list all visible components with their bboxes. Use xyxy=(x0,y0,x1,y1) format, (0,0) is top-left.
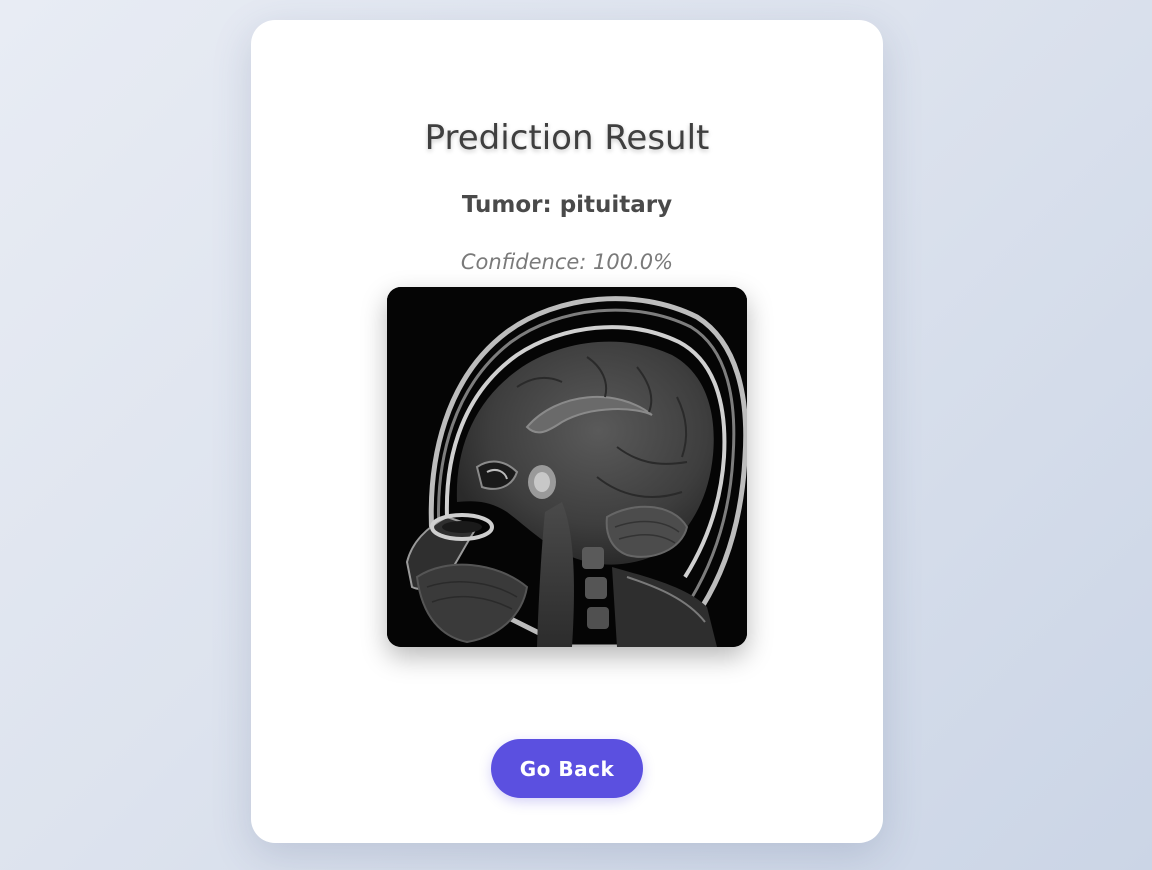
result-card: Prediction Result Tumor: pituitary Confi… xyxy=(251,20,883,843)
confidence-score: Confidence: 100.0% xyxy=(460,250,674,274)
go-back-button[interactable]: Go Back xyxy=(491,739,643,798)
page-title: Prediction Result xyxy=(424,118,710,158)
mri-scan-image xyxy=(387,287,747,647)
tumor-prediction: Tumor: pituitary xyxy=(461,192,673,218)
mri-brain-icon xyxy=(387,287,747,647)
